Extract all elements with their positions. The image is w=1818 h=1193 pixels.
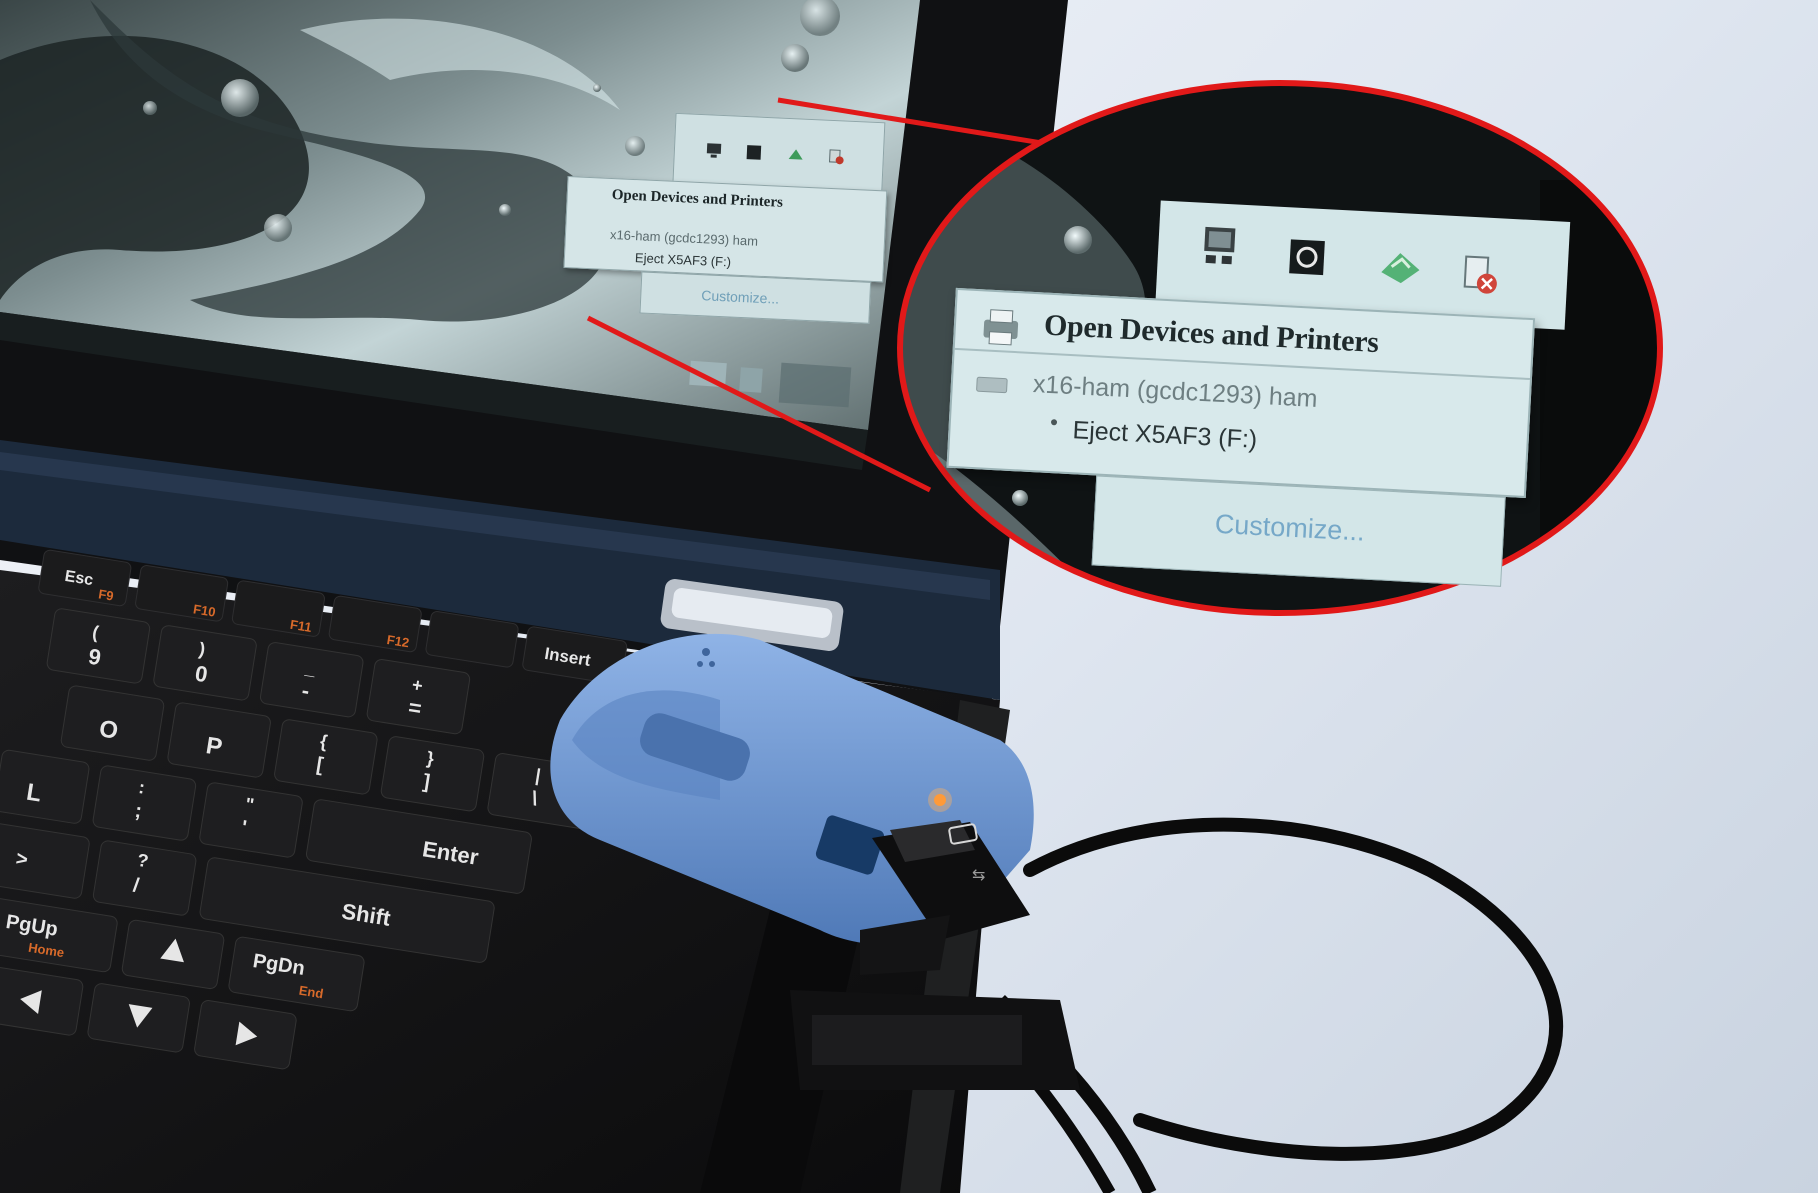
eject-drive-item[interactable]: Eject X5AF3 (F:): [635, 250, 732, 269]
tray-context-menu-magnified: Open Devices and Printers x16-ham (gcdc1…: [946, 287, 1536, 499]
network-icon[interactable]: [786, 145, 805, 164]
monitor-icon[interactable]: [705, 141, 724, 160]
open-devices-and-printers-item[interactable]: Open Devices and Printers: [611, 187, 783, 212]
device-name-item: x16-ham (gcdc1293) ham: [609, 226, 759, 249]
open-devices-and-printers-item[interactable]: Open Devices and Printers: [1043, 309, 1379, 360]
usb-cable: [1023, 817, 1563, 1161]
printer-icon: [983, 309, 1019, 346]
svg-text:⇆: ⇆: [972, 865, 985, 884]
tray-popup-small: Open Devices and Printers x16-ham (gcdc1…: [560, 112, 898, 363]
safely-remove-icon[interactable]: [826, 147, 845, 166]
customize-link[interactable]: Customize...: [701, 287, 779, 307]
tray-icons-bar-small: [672, 112, 886, 193]
app-icon[interactable]: [1283, 233, 1331, 281]
app-icon[interactable]: [744, 143, 763, 162]
network-icon[interactable]: [1376, 242, 1424, 290]
photo-scene: Esc F9 F10 F11 F12 Insert 9 0 ( ) - _ = …: [0, 0, 1818, 1193]
tray-popup-magnified: Open Devices and Printers x16-ham (gcdc1…: [941, 200, 1571, 601]
drive-icon: [976, 376, 1008, 394]
device-name-item: x16-ham (gcdc1293) ham: [1032, 370, 1319, 413]
bullet-icon: [1050, 419, 1058, 426]
customize-link[interactable]: Customize...: [1214, 509, 1365, 548]
safely-remove-icon[interactable]: [1456, 250, 1504, 298]
laptop-photo: Esc F9 F10 F11 F12 Insert 9 0 ( ) - _ = …: [0, 0, 1663, 1193]
eject-drive-item[interactable]: Eject X5AF3 (F:): [1072, 416, 1258, 455]
monitor-icon[interactable]: [1197, 223, 1245, 271]
tray-context-menu-small: Open Devices and Printers x16-ham (gcdc1…: [563, 175, 888, 283]
key-f9-label: F9: [97, 586, 114, 603]
key-l[interactable]: [0, 749, 90, 824]
